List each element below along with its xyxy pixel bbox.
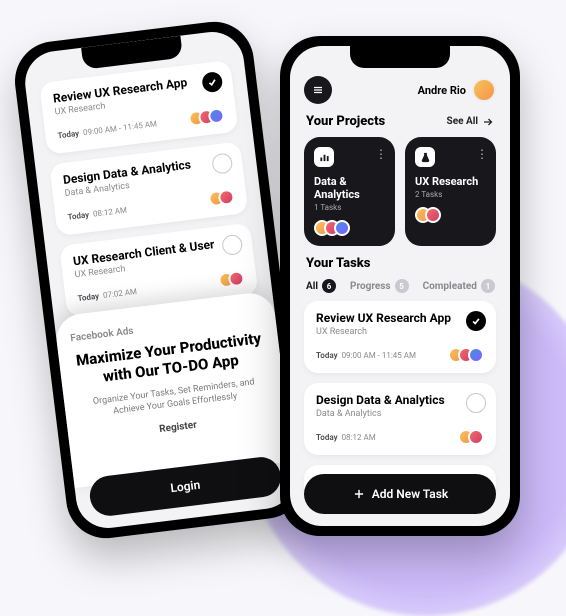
- check-icon[interactable]: [201, 71, 223, 93]
- avatar-stack: [458, 429, 484, 445]
- notch: [350, 46, 450, 68]
- task-subtitle: Data & Analytics: [316, 409, 484, 419]
- task-meta: Today09:00 AM - 11:45 AM: [57, 119, 157, 140]
- avatar-stack: [448, 347, 484, 363]
- check-icon[interactable]: [221, 234, 243, 256]
- avatar-stack: [218, 270, 246, 289]
- chart-icon: [314, 147, 334, 167]
- task-subtitle: UX Research: [316, 327, 484, 337]
- phones-stage: Review UX Research App UX Research Today…: [0, 0, 566, 576]
- add-task-button[interactable]: Add New Task: [304, 474, 496, 514]
- task-title: Review UX Research App: [316, 311, 484, 325]
- tab-progress[interactable]: Progress5: [350, 279, 409, 293]
- project-card[interactable]: ⋮ UX Research 2 Tasks: [405, 137, 496, 246]
- avatar: [472, 78, 496, 102]
- check-icon[interactable]: [211, 152, 233, 174]
- pill-label: Login: [170, 478, 201, 496]
- project-card[interactable]: ⋮ Data & Analytics 1 Tasks: [304, 137, 395, 246]
- avatar-stack: [415, 207, 486, 223]
- task-card[interactable]: Design Data & Analytics Data & Analytics…: [304, 383, 496, 455]
- task-card[interactable]: Review UX Research App UX Research Today…: [39, 60, 238, 155]
- tab-all[interactable]: All6: [306, 279, 336, 293]
- avatar-stack: [208, 188, 236, 207]
- project-sub: 1 Tasks: [314, 203, 385, 212]
- menu-button[interactable]: [304, 76, 332, 104]
- see-all-button[interactable]: See All: [447, 116, 494, 128]
- tasks-heading: Your Tasks: [306, 256, 370, 271]
- phone-right: Andre Rio Your Projects See All ⋮: [280, 36, 520, 536]
- task-meta: Today08:12 AM: [316, 433, 376, 442]
- projects-heading: Your Projects: [306, 114, 385, 129]
- projects-row: ⋮ Data & Analytics 1 Tasks ⋮ UX Research…: [304, 137, 496, 246]
- task-meta: Today09:00 AM - 11:45 AM: [316, 351, 416, 360]
- plus-icon: [352, 487, 366, 501]
- more-icon[interactable]: ⋮: [476, 147, 488, 161]
- project-title: Data & Analytics: [314, 175, 385, 201]
- avatar-stack: [314, 220, 385, 236]
- project-sub: 2 Tasks: [415, 190, 486, 199]
- task-meta: Today07:02 AM: [77, 286, 137, 302]
- arrow-right-icon: [482, 116, 494, 128]
- add-task-label: Add New Task: [372, 487, 449, 501]
- user-chip[interactable]: Andre Rio: [418, 78, 496, 102]
- check-icon[interactable]: [466, 393, 486, 413]
- task-card[interactable]: Review UX Research App UX Research Today…: [304, 301, 496, 373]
- task-tabs: All6 Progress5 Compleated1: [306, 279, 494, 293]
- check-icon[interactable]: [466, 311, 486, 331]
- header: Andre Rio: [304, 76, 496, 104]
- avatar-stack: [188, 107, 226, 127]
- flask-icon: [415, 147, 435, 167]
- user-name: Andre Rio: [418, 84, 466, 97]
- projects-header: Your Projects See All: [306, 114, 494, 129]
- task-card[interactable]: Design Data & Analytics Data & Analytics…: [49, 141, 248, 236]
- task-title: Design Data & Analytics: [316, 393, 484, 407]
- tab-completed[interactable]: Compleated1: [423, 279, 495, 293]
- more-icon[interactable]: ⋮: [375, 147, 387, 161]
- task-meta: Today08:12 AM: [67, 205, 127, 221]
- tasks-header: Your Tasks: [306, 256, 494, 271]
- right-content: Andre Rio Your Projects See All ⋮: [290, 46, 510, 513]
- project-title: UX Research: [415, 175, 486, 188]
- phone-left: Review UX Research App UX Research Today…: [10, 17, 309, 543]
